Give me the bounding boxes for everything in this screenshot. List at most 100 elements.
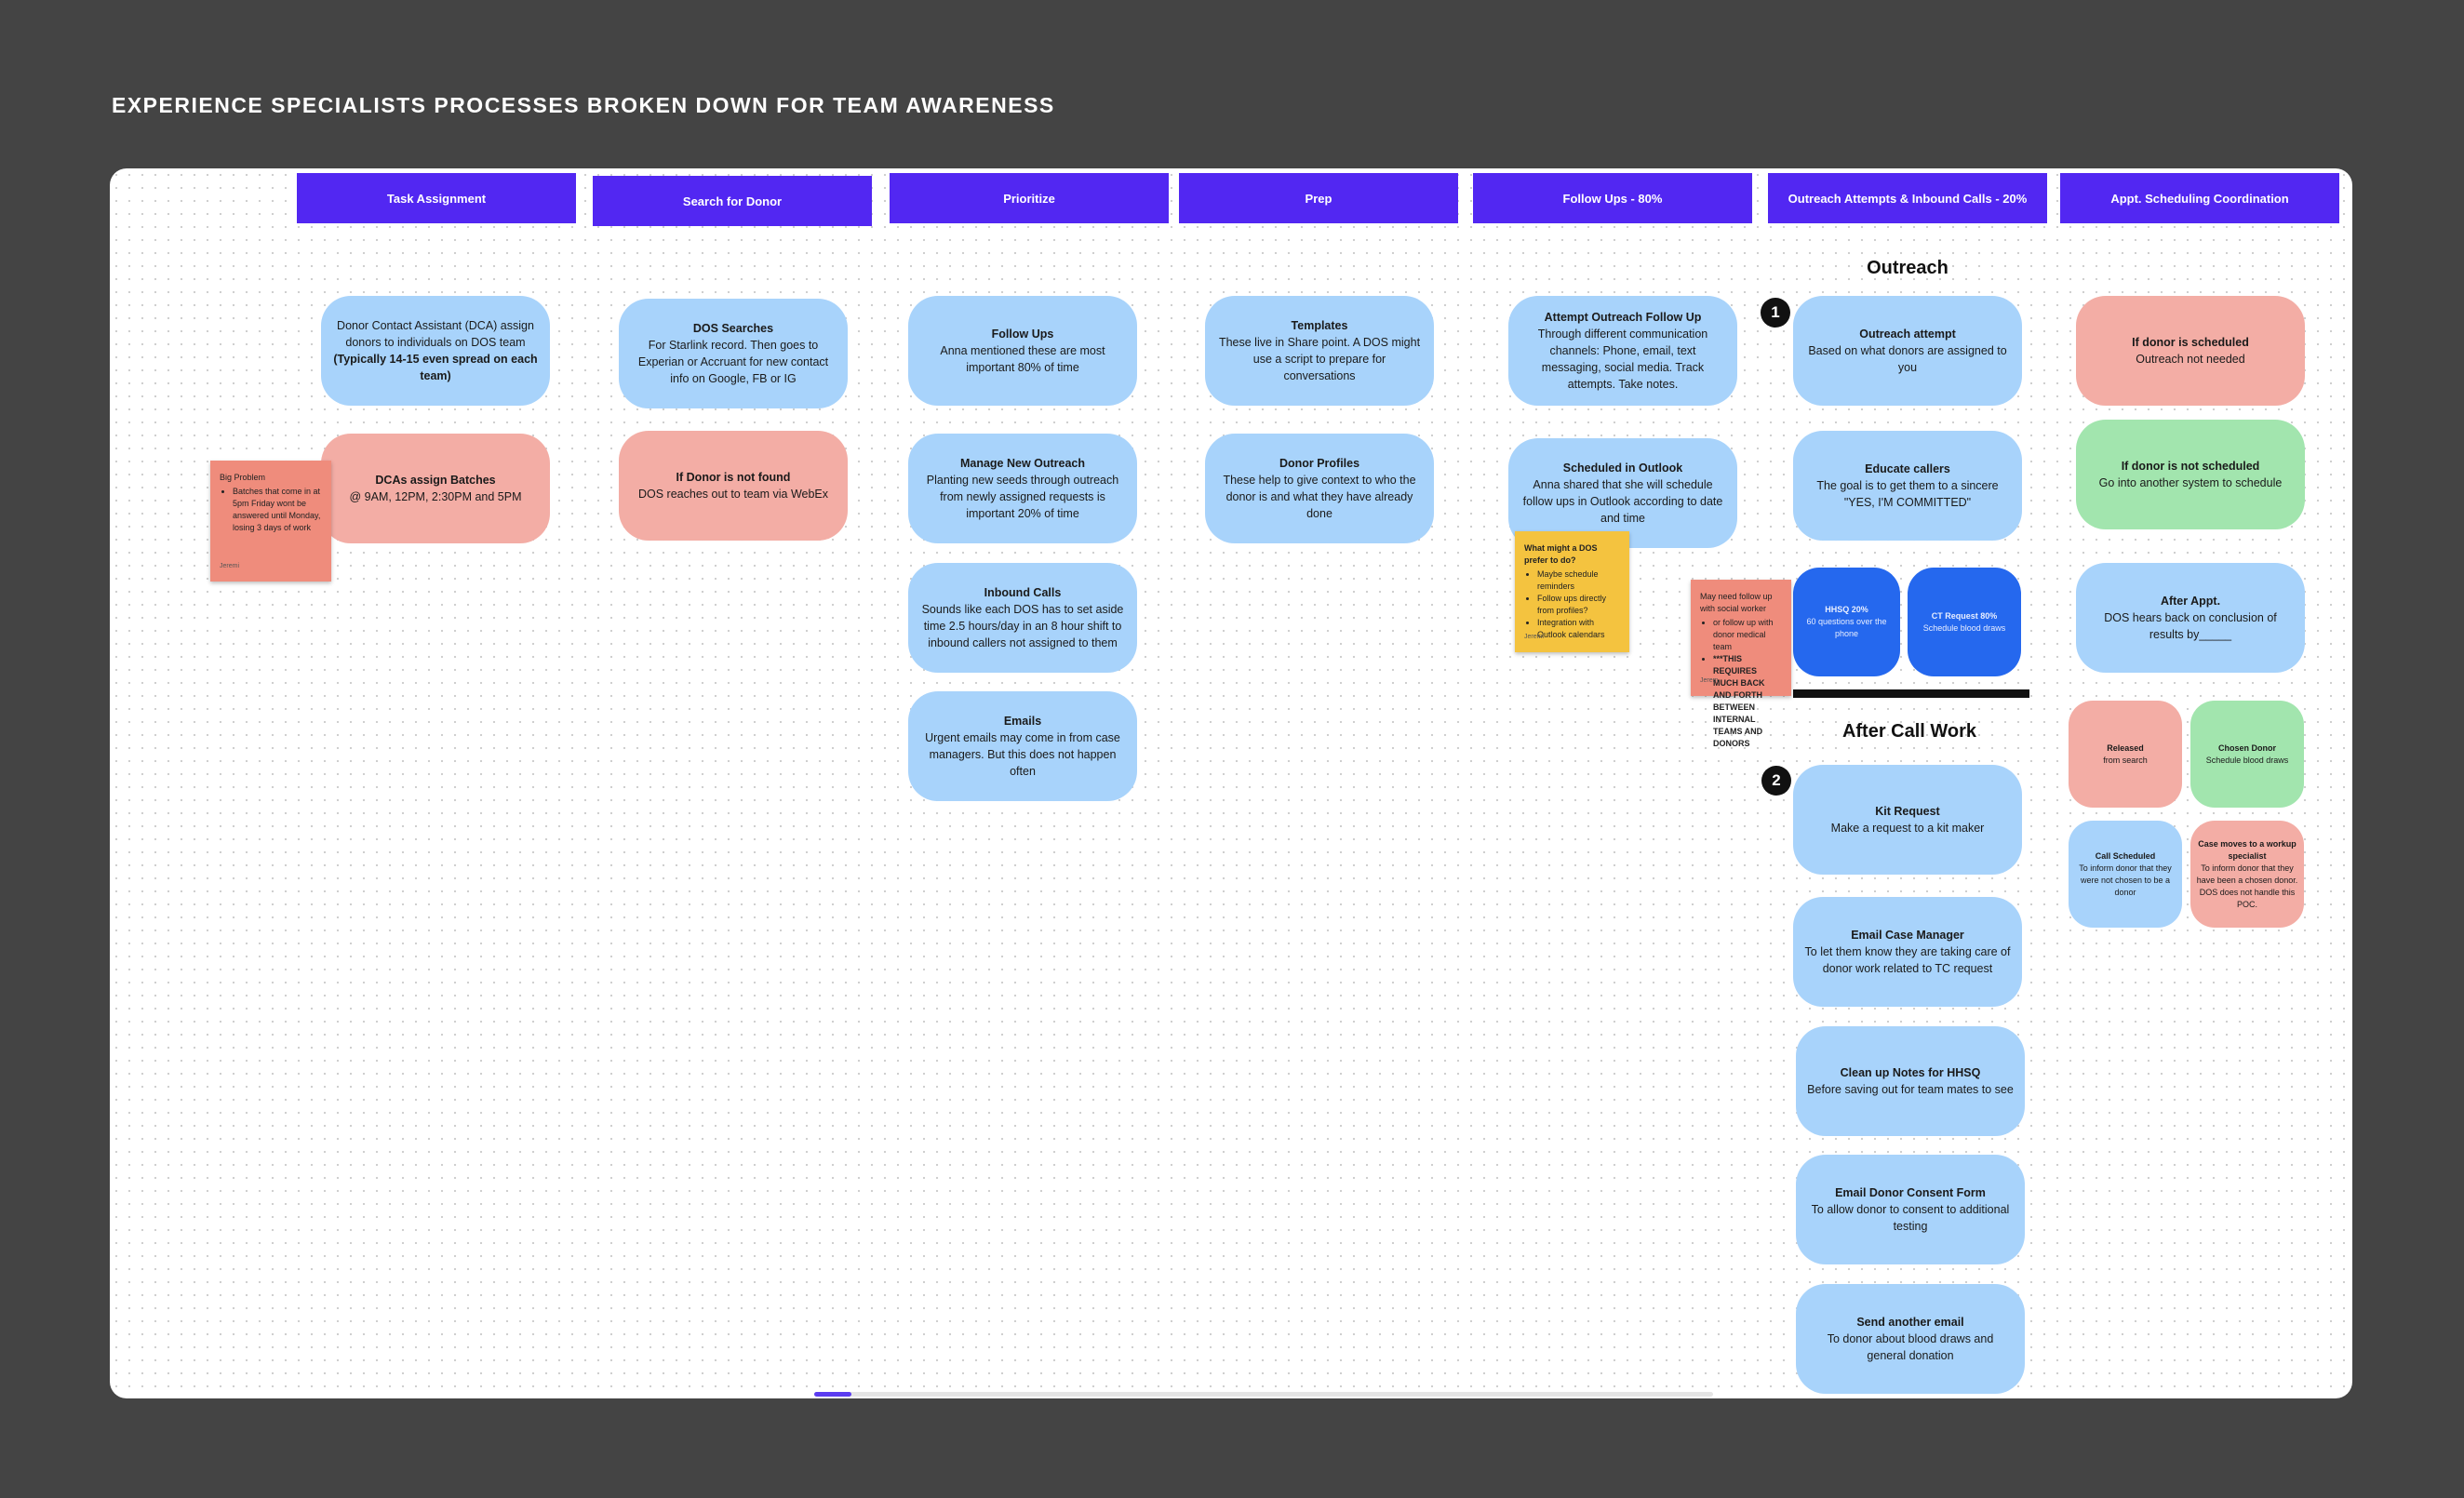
card-title: Follow Ups: [991, 328, 1054, 341]
step-badge-2: 2: [1761, 766, 1791, 796]
card-body: Schedule blood draws: [2205, 755, 2289, 765]
card-title: After Appt.: [2160, 595, 2221, 608]
card-body: from search: [2103, 755, 2148, 765]
card-body: Through different communication channels…: [1537, 328, 1708, 391]
card-body: Urgent emails may come in from case mana…: [925, 731, 1120, 778]
column-header: Outreach Attempts & Inbound Calls - 20%: [1768, 173, 2047, 223]
process-card[interactable]: CT Request 80% Schedule blood draws: [1908, 568, 2021, 676]
process-card[interactable]: If donor is scheduled Outreach not needed: [2076, 296, 2305, 406]
card-body: To inform donor that they were not chose…: [2079, 863, 2172, 897]
card-title: If donor is not scheduled: [2121, 460, 2260, 473]
process-card[interactable]: Inbound Calls Sounds like each DOS has to…: [908, 563, 1137, 673]
process-card[interactable]: Educate callers The goal is to get them t…: [1793, 431, 2022, 541]
card-body: Planting new seeds through outreach from…: [926, 474, 1119, 520]
process-card[interactable]: DOS Searches For Starlink record. Then go…: [619, 299, 848, 408]
process-card[interactable]: DCAs assign Batches @ 9AM, 12PM, 2:30PM a…: [321, 434, 550, 543]
process-card[interactable]: Chosen Donor Schedule blood draws: [2190, 701, 2304, 808]
process-card[interactable]: Email Case Manager To let them know they …: [1793, 897, 2022, 1007]
column-header: Appt. Scheduling Coordination: [2060, 173, 2339, 223]
card-body: To inform donor that they have been a ch…: [2196, 863, 2298, 909]
card-title: Clean up Notes for HHSQ: [1840, 1066, 1981, 1079]
section-outreach-label: Outreach: [1867, 258, 1948, 278]
sticky-note[interactable]: May need follow up with social worker or …: [1691, 580, 1791, 748]
sticky-bullet: Integration with Outlook calendars: [1537, 617, 1620, 641]
card-body: Before saving out for team mates to see: [1807, 1083, 2014, 1096]
sticky-bullet: Follow ups directly from profiles?: [1537, 593, 1620, 617]
column-header: Follow Ups - 80%: [1473, 173, 1752, 223]
card-body: Go into another system to schedule: [2098, 476, 2283, 489]
sticky-title: What might a DOS prefer to do?: [1524, 543, 1598, 565]
column-header: Prep: [1179, 173, 1458, 223]
card-title: HHSQ 20%: [1825, 605, 1868, 614]
card-title: Inbound Calls: [984, 586, 1062, 599]
process-card[interactable]: Call Scheduled To inform donor that they …: [2069, 821, 2182, 928]
whiteboard-canvas[interactable]: Outreach After Call Work 1 2 Task Assign…: [110, 168, 2352, 1398]
card-title: DCAs assign Batches: [375, 474, 496, 487]
process-card[interactable]: Released from search: [2069, 701, 2182, 808]
process-card[interactable]: Emails Urgent emails may come in from cas…: [908, 691, 1137, 801]
card-title: Call Scheduled: [2095, 850, 2156, 861]
process-card[interactable]: Outreach attempt Based on what donors are…: [1793, 296, 2022, 406]
card-body: To donor about blood draws and general d…: [1827, 1332, 1994, 1362]
card-body: Anna mentioned these are most important …: [940, 344, 1105, 374]
step-badge-1: 1: [1761, 298, 1790, 328]
process-card[interactable]: HHSQ 20% 60 questions over the phone: [1793, 568, 1900, 676]
card-title: Manage New Outreach: [959, 457, 1086, 470]
process-card[interactable]: Donor Profiles These help to give context…: [1205, 434, 1434, 543]
process-card[interactable]: After Appt. DOS hears back on conclusion …: [2076, 563, 2305, 673]
sticky-bullet: Batches that come in at 5pm Friday wont …: [233, 486, 322, 534]
section-after-call-label: After Call Work: [1841, 721, 1977, 742]
process-card[interactable]: Manage New Outreach Planting new seeds th…: [908, 434, 1137, 543]
card-body: @ 9AM, 12PM, 2:30PM and 5PM: [349, 490, 522, 503]
card-body: Make a request to a kit maker: [1830, 822, 1985, 835]
column-header: Task Assignment: [297, 173, 576, 223]
card-body: To allow donor to consent to additional …: [1811, 1203, 2010, 1233]
card-title: If Donor is not found: [676, 471, 791, 484]
process-card[interactable]: Send another email To donor about blood d…: [1796, 1284, 2025, 1394]
card-title: Templates: [1291, 319, 1348, 332]
sticky-note[interactable]: Big Problem Batches that come in at 5pm F…: [210, 461, 331, 582]
sticky-author: Jeremi: [1524, 634, 1545, 640]
card-body: Sounds like each DOS has to set aside ti…: [921, 603, 1124, 649]
process-card[interactable]: Clean up Notes for HHSQ Before saving out…: [1796, 1026, 2025, 1136]
card-body: 60 questions over the phone: [1806, 617, 1887, 638]
card-body: These help to give context to who the do…: [1223, 474, 1416, 520]
sticky-bullets: Batches that come in at 5pm Friday wont …: [220, 486, 322, 534]
process-card[interactable]: Templates These live in Share point. A DO…: [1205, 296, 1434, 406]
process-card[interactable]: Donor Contact Assistant (DCA) assign don…: [321, 296, 550, 406]
process-card[interactable]: Kit Request Make a request to a kit maker: [1793, 765, 2022, 875]
process-card[interactable]: If donor is not scheduled Go into another…: [2076, 420, 2305, 529]
sticky-bullet: Maybe schedule reminders: [1537, 568, 1620, 593]
card-title: Outreach attempt: [1859, 328, 1956, 341]
card-title: Attempt Outreach Follow Up: [1544, 311, 1702, 324]
sticky-title: May need follow up with social worker: [1700, 592, 1773, 613]
card-title: Send another email: [1856, 1316, 1964, 1329]
card-title: Case moves to a workup specialist: [2198, 838, 2297, 861]
process-card[interactable]: Attempt Outreach Follow Up Through differ…: [1508, 296, 1737, 406]
card-title: Kit Request: [1875, 805, 1940, 818]
card-body: For Starlink record. Then goes to Experi…: [637, 339, 829, 385]
scrollbar-thumb[interactable]: [814, 1392, 851, 1397]
process-card[interactable]: Case moves to a workup specialist To info…: [2190, 821, 2304, 928]
column-header: Prioritize: [890, 173, 1169, 223]
process-card[interactable]: Email Donor Consent Form To allow donor t…: [1796, 1155, 2025, 1264]
card-body: DOS reaches out to team via WebEx: [637, 488, 829, 501]
process-card[interactable]: Follow Ups Anna mentioned these are most …: [908, 296, 1137, 406]
sticky-bullet-emphasis: ***THIS REQUIRES MUCH BACK AND FORTH BET…: [1713, 653, 1782, 750]
card-title: Donor Profiles: [1279, 457, 1360, 470]
card-title: Email Case Manager: [1851, 929, 1964, 942]
card-body-emphasis: (Typically 14-15 even spread on each tea…: [333, 353, 538, 382]
card-body: Schedule blood draws: [1922, 622, 2006, 633]
card-body: To let them know they are taking care of…: [1804, 945, 2011, 975]
sticky-author: Jeremi: [220, 563, 240, 569]
sticky-title: Big Problem: [220, 473, 266, 482]
sticky-note[interactable]: What might a DOS prefer to do? Maybe sche…: [1515, 531, 1629, 652]
card-title: Scheduled in Outlook: [1562, 461, 1683, 475]
card-title: Emails: [1003, 715, 1042, 728]
horizontal-scrollbar[interactable]: [814, 1392, 1713, 1397]
column-header: Search for Donor: [593, 176, 872, 226]
process-card[interactable]: If Donor is not found DOS reaches out to …: [619, 431, 848, 541]
card-body: The goal is to get them to a sincere "YE…: [1816, 479, 1999, 509]
card-body: Donor Contact Assistant (DCA) assign don…: [337, 319, 534, 349]
card-body: Anna shared that she will schedule follo…: [1522, 478, 1723, 525]
